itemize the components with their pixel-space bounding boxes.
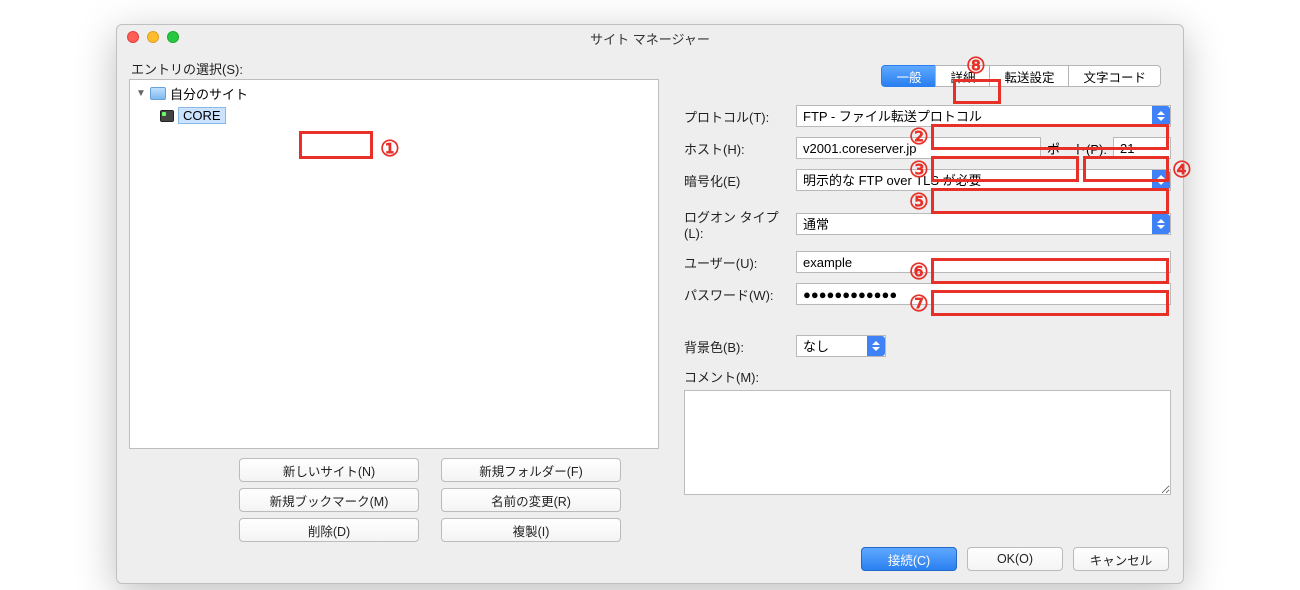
rename-button[interactable]: 名前の変更(R)	[441, 488, 621, 512]
chevron-down-icon[interactable]: ▼	[136, 88, 146, 99]
logontype-select[interactable]: 通常	[796, 213, 1171, 235]
tab-charset[interactable]: 文字コード	[1068, 65, 1161, 87]
new-folder-button[interactable]: 新規フォルダー(F)	[441, 458, 621, 482]
comment-label: コメント(M):	[684, 367, 796, 386]
user-input[interactable]	[796, 251, 1171, 273]
user-label: ユーザー(U):	[684, 253, 796, 272]
bgcolor-value: なし	[803, 339, 829, 354]
chevron-updown-icon	[867, 336, 885, 356]
chevron-updown-icon	[1152, 106, 1170, 126]
duplicate-button[interactable]: 複製(I)	[441, 518, 621, 542]
logontype-label: ログオン タイプ(L):	[684, 207, 796, 241]
site-manager-window: サイト マネージャー エントリの選択(S): ▼ 自分のサイト CORE 新しい…	[116, 24, 1184, 584]
new-site-button[interactable]: 新しいサイト(N)	[239, 458, 419, 482]
callout-num-5: ⑤	[909, 189, 929, 215]
protocol-label: プロトコル(T):	[684, 107, 796, 126]
cancel-button[interactable]: キャンセル	[1073, 547, 1169, 571]
encryption-value: 明示的な FTP over TLS が必要	[803, 173, 982, 188]
tree-site-item[interactable]: CORE	[130, 105, 658, 126]
window-title: サイト マネージャー	[117, 29, 1183, 48]
site-tree[interactable]: ▼ 自分のサイト CORE	[129, 79, 659, 449]
tab-transfer[interactable]: 転送設定	[989, 65, 1069, 87]
password-label: パスワード(W):	[684, 285, 796, 304]
tree-root-label: 自分のサイト	[170, 84, 248, 103]
callout-num-2: ②	[909, 124, 929, 150]
callout-num-4: ④	[1172, 157, 1192, 183]
chevron-updown-icon	[1152, 214, 1170, 234]
tree-root[interactable]: ▼ 自分のサイト	[130, 82, 658, 105]
protocol-value: FTP - ファイル転送プロトコル	[803, 109, 982, 124]
protocol-select[interactable]: FTP - ファイル転送プロトコル	[796, 105, 1171, 127]
callout-num-6: ⑥	[909, 259, 929, 285]
bgcolor-select[interactable]: なし	[796, 335, 886, 357]
callout-num-8: ⑧	[966, 53, 986, 79]
folder-icon	[150, 87, 166, 100]
ok-button[interactable]: OK(O)	[967, 547, 1063, 571]
site-name-editor[interactable]: CORE	[178, 107, 226, 124]
port-input[interactable]	[1113, 137, 1171, 159]
password-input[interactable]	[796, 283, 1171, 305]
callout-num-1: ①	[380, 136, 400, 162]
new-bookmark-button[interactable]: 新規ブックマーク(M)	[239, 488, 419, 512]
connect-button[interactable]: 接続(C)	[861, 547, 957, 571]
encryption-label: 暗号化(E)	[684, 171, 796, 190]
comment-textarea[interactable]	[684, 390, 1171, 495]
port-label: ポート(P):	[1047, 139, 1107, 158]
delete-button[interactable]: 削除(D)	[239, 518, 419, 542]
tab-bar: 一般 詳細 転送設定 文字コード	[684, 65, 1161, 87]
chevron-updown-icon	[1152, 170, 1170, 190]
titlebar: サイト マネージャー	[117, 25, 1183, 49]
host-label: ホスト(H):	[684, 139, 796, 158]
encryption-select[interactable]: 明示的な FTP over TLS が必要	[796, 169, 1171, 191]
logontype-value: 通常	[803, 217, 829, 232]
callout-num-3: ③	[909, 157, 929, 183]
bgcolor-label: 背景色(B):	[684, 337, 796, 356]
tab-general[interactable]: 一般	[881, 65, 936, 87]
server-icon	[160, 110, 174, 122]
callout-num-7: ⑦	[909, 291, 929, 317]
